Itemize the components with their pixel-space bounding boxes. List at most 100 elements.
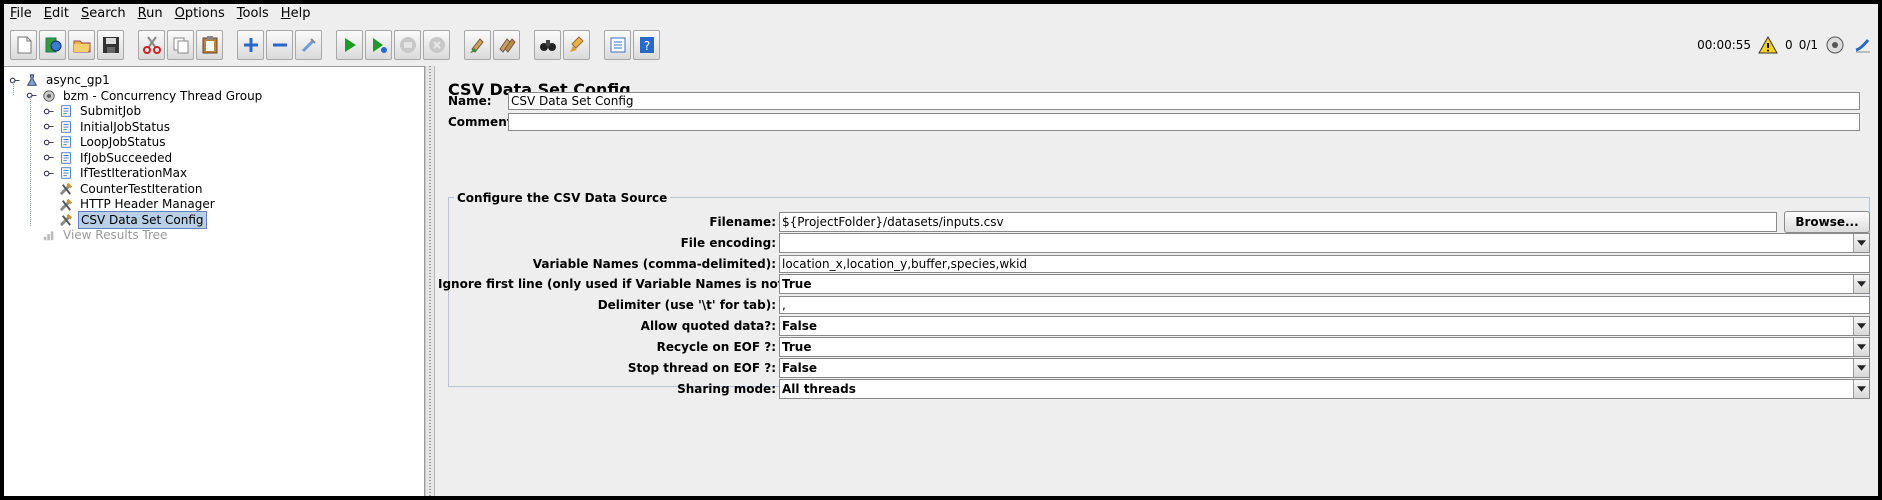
allow-quoted-combo[interactable]: False — [779, 316, 1870, 336]
shutdown-icon — [427, 35, 447, 55]
tree-toggle-handle[interactable] — [42, 136, 54, 148]
tree-toggle-handle[interactable] — [42, 167, 54, 179]
sharing-mode-value: All threads — [782, 382, 856, 396]
tree-node-label: View Results Tree — [63, 228, 168, 242]
chevron-down-icon[interactable] — [1853, 275, 1869, 293]
chevron-down-icon[interactable] — [1853, 359, 1869, 377]
clear-all-icon — [497, 35, 517, 55]
cut-button[interactable] — [138, 30, 165, 60]
search-button[interactable] — [534, 30, 561, 60]
filename-label: Filename: — [709, 215, 776, 229]
open-icon — [72, 35, 92, 55]
reset-search-icon — [567, 35, 587, 55]
csv-config-panel: CSV Data Set Config Name: CSV Data Set C… — [438, 66, 1878, 496]
tree-toggle-handle[interactable] — [8, 74, 20, 86]
name-input[interactable]: CSV Data Set Config — [508, 92, 1860, 110]
file-encoding-combo[interactable] — [779, 233, 1870, 253]
new-icon — [14, 35, 34, 55]
search-icon — [538, 35, 558, 55]
menu-run[interactable]: Run — [132, 4, 169, 24]
paste-icon — [200, 35, 220, 55]
menu-edit[interactable]: Edit — [38, 4, 75, 24]
test-plan-tree[interactable]: async_gp1 bzm - Concurrency Thread Group S… — [4, 66, 425, 496]
templates-button[interactable] — [39, 30, 66, 60]
remote-status-icon — [1824, 34, 1846, 56]
tree-node[interactable]: View Results Tree — [25, 226, 169, 244]
menu-bar: File Edit Search Run Options Tools Help — [4, 4, 1878, 24]
start-no-pauses-icon — [369, 35, 389, 55]
log-viewer-icon[interactable] — [1852, 34, 1874, 56]
stop-icon — [398, 35, 418, 55]
tree-toggle-handle[interactable] — [25, 90, 37, 102]
paste-button[interactable] — [196, 30, 223, 60]
chevron-down-icon[interactable] — [1853, 338, 1869, 356]
delimiter-input[interactable]: , — [779, 296, 1870, 314]
tree-toggle-handle[interactable] — [42, 121, 54, 133]
sharing-mode-label: Sharing mode: — [677, 382, 776, 396]
thread-count: 0/1 — [1798, 38, 1818, 52]
menu-search[interactable]: Search — [75, 4, 132, 24]
chevron-down-icon[interactable] — [1853, 317, 1869, 335]
toggle-button[interactable] — [295, 30, 322, 60]
menu-file[interactable]: File — [4, 4, 38, 24]
name-row: Name: CSV Data Set Config — [448, 92, 1870, 110]
name-label: Name: — [448, 94, 492, 108]
allow-quoted-value: False — [782, 319, 817, 333]
menu-options[interactable]: Options — [169, 4, 231, 24]
chevron-down-icon[interactable] — [1853, 234, 1869, 252]
listener-icon — [41, 227, 57, 243]
browse-button[interactable]: Browse... — [1784, 211, 1870, 233]
clear-button[interactable] — [464, 30, 491, 60]
reset-search-button[interactable] — [563, 30, 590, 60]
stop-thread-eof-label: Stop thread on EOF ?: — [627, 361, 776, 375]
menu-tools[interactable]: Tools — [231, 4, 275, 24]
pane-splitter[interactable] — [425, 66, 435, 496]
recycle-eof-value: True — [782, 340, 812, 354]
collapse-all-button[interactable] — [266, 30, 293, 60]
variable-names-label: Variable Names (comma-delimited): — [532, 257, 776, 271]
new-button[interactable] — [10, 30, 37, 60]
tree-connector — [30, 96, 31, 226]
tree-toggle-handle[interactable] — [42, 152, 54, 164]
chevron-down-icon[interactable] — [1853, 380, 1869, 398]
expand-all-button[interactable] — [237, 30, 264, 60]
copy-icon — [171, 35, 191, 55]
ignore-first-line-value: True — [782, 277, 812, 291]
templates-icon — [43, 35, 63, 55]
warning-icon[interactable] — [1757, 34, 1779, 56]
stop-thread-eof-value: False — [782, 361, 817, 375]
comments-label: Comments: — [448, 115, 525, 129]
ignore-first-line-combo[interactable]: True — [779, 274, 1870, 294]
open-button[interactable] — [68, 30, 95, 60]
tree-toggle-handle[interactable] — [42, 105, 54, 117]
shutdown-button[interactable] — [423, 30, 450, 60]
copy-button[interactable] — [167, 30, 194, 60]
cut-icon — [142, 35, 162, 55]
stop-thread-eof-combo[interactable]: False — [779, 358, 1870, 378]
file-encoding-label: File encoding: — [680, 236, 776, 250]
start-button[interactable] — [336, 30, 363, 60]
menu-help[interactable]: Help — [275, 4, 317, 24]
save-button[interactable] — [97, 30, 124, 60]
status-area: 00:00:55 0 0/1 — [1691, 25, 1874, 65]
clear-all-button[interactable] — [493, 30, 520, 60]
help-button[interactable]: ? — [633, 30, 660, 60]
sharing-mode-combo[interactable]: All threads — [779, 379, 1870, 399]
expand-icon — [241, 35, 261, 55]
comments-input[interactable] — [508, 113, 1860, 131]
stop-button[interactable] — [394, 30, 421, 60]
start-icon — [340, 35, 360, 55]
toolbar: ? 00:00:55 0 0/1 — [4, 25, 1878, 65]
start-no-pauses-button[interactable] — [365, 30, 392, 60]
svg-text:?: ? — [643, 39, 649, 53]
function-helper-button[interactable] — [604, 30, 631, 60]
filename-input[interactable]: ${ProjectFolder}/datasets/inputs.csv — [779, 212, 1777, 232]
variable-names-input[interactable]: location_x,location_y,buffer,species,wki… — [779, 255, 1870, 273]
allow-quoted-label: Allow quoted data?: — [640, 319, 776, 333]
tree-connector — [13, 81, 14, 95]
toggle-icon — [299, 35, 319, 55]
recycle-eof-label: Recycle on EOF ?: — [656, 340, 776, 354]
recycle-eof-combo[interactable]: True — [779, 337, 1870, 357]
